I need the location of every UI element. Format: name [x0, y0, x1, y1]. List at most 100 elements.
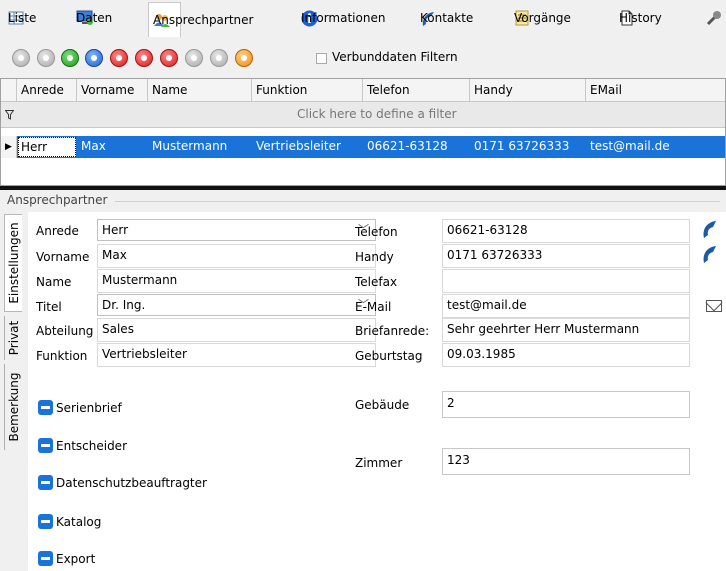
last-record-icon[interactable]: [85, 49, 103, 67]
tab-ansprechpartner[interactable]: Ansprechpartner: [148, 2, 253, 37]
serienbrief-label: Serienbrief: [56, 401, 122, 415]
column-header-email[interactable]: EMail: [586, 79, 725, 102]
anrede-value: Herr: [102, 223, 129, 237]
cell-anrede[interactable]: Herr: [18, 137, 76, 157]
anrede-label: Anrede: [36, 224, 79, 238]
geburtstag-field[interactable]: 09.03.1985: [442, 343, 690, 367]
delete-record-icon[interactable]: [135, 49, 153, 67]
tab-liste[interactable]: Liste: [8, 6, 36, 30]
tab-overflow[interactable]: [706, 6, 726, 30]
section-title: Ansprechpartner: [7, 193, 108, 207]
tab-daten[interactable]: Daten: [76, 6, 112, 30]
tab-history[interactable]: History: [619, 6, 662, 30]
side-tab-privat-label: Privat: [6, 320, 21, 356]
cell-funktion[interactable]: Vertriebsleiter: [256, 139, 341, 153]
filter-checkbox-label: Verbunddaten Filtern: [332, 50, 458, 64]
tab-kontakte[interactable]: Kontakte: [420, 6, 473, 30]
table-row[interactable]: ▶ Herr Max Mustermann Vertriebsleiter 06…: [1, 136, 725, 158]
telefax-label: Telefax: [355, 275, 398, 289]
column-header-funktion[interactable]: Funktion: [252, 79, 363, 102]
katalog-label: Katalog: [56, 515, 102, 529]
abteilung-label: Abteilung: [36, 324, 94, 338]
cell-vorname[interactable]: Max: [81, 139, 106, 153]
side-tab-privat[interactable]: Privat: [4, 316, 22, 360]
section-divider: [115, 201, 720, 202]
tab-history-label: History: [619, 11, 662, 25]
entscheider-label: Entscheider: [56, 439, 127, 453]
contacts-grid: Anrede Vorname Name Funktion Telefon Han…: [0, 78, 726, 186]
abteilung-field[interactable]: Sales: [97, 318, 376, 342]
email-field[interactable]: test@mail.de: [442, 294, 690, 318]
serienbrief-toggle-button[interactable]: [38, 400, 53, 415]
main-tabbar: Liste Daten Ansprechpartner Informatione…: [0, 0, 726, 37]
column-header-handy[interactable]: Handy: [470, 79, 586, 102]
column-header-name[interactable]: Name: [148, 79, 252, 102]
titel-select[interactable]: Dr. Ing. ﹀: [97, 294, 376, 316]
funktion-field[interactable]: Vertriebsleiter: [97, 343, 376, 367]
side-tab-einstellungen[interactable]: Einstellungen: [4, 214, 22, 312]
datenschutz-toggle-button[interactable]: [38, 475, 53, 490]
tab-liste-label: Liste: [8, 11, 37, 25]
column-header-vorname[interactable]: Vorname: [77, 79, 148, 102]
tab-ansprechpartner-label: Ansprechpartner: [153, 13, 254, 27]
post-record-icon[interactable]: [185, 49, 203, 67]
cell-name[interactable]: Mustermann: [152, 139, 227, 153]
entscheider-toggle-button[interactable]: [38, 438, 53, 453]
previous-record-icon[interactable]: [37, 49, 55, 67]
tab-vorgaenge-label: Vorgänge: [514, 11, 571, 25]
export-label: Export: [56, 552, 96, 566]
panel-splitter[interactable]: [0, 186, 726, 190]
send-email-icon[interactable]: [706, 300, 722, 312]
telefon-field[interactable]: 06621-63128: [442, 219, 690, 243]
tab-daten-label: Daten: [76, 11, 113, 25]
detail-panel: Anrede Herr ﹀ Vorname Max Name Musterman…: [28, 212, 726, 571]
tab-informationen[interactable]: Informationen: [301, 6, 385, 30]
grid-header: Anrede Vorname Name Funktion Telefon Han…: [1, 79, 725, 102]
vorname-field[interactable]: Max: [97, 244, 376, 268]
first-record-icon[interactable]: [12, 49, 30, 67]
cell-telefon[interactable]: 06621-63128: [367, 139, 448, 153]
tab-informationen-label: Informationen: [301, 11, 386, 25]
gebaeude-field[interactable]: 2: [442, 391, 690, 418]
side-tab-bemerkung-label: Bemerkung: [6, 372, 21, 442]
export-toggle-button[interactable]: [38, 551, 53, 566]
tab-kontakte-label: Kontakte: [420, 11, 474, 25]
grid-filter-row[interactable]: Click here to define a filter: [1, 102, 725, 128]
name-field[interactable]: Mustermann: [97, 269, 376, 293]
zimmer-field[interactable]: 123: [442, 448, 690, 475]
handy-label: Handy: [355, 250, 394, 264]
edit-record-icon[interactable]: [160, 49, 178, 67]
cancel-record-icon[interactable]: [210, 49, 228, 67]
row-indicator-icon: ▶: [1, 136, 17, 158]
side-tab-einstellungen-label: Einstellungen: [6, 222, 21, 304]
funktion-label: Funktion: [36, 349, 88, 363]
cell-email[interactable]: test@mail.de: [590, 139, 670, 153]
briefanrede-field[interactable]: Sehr geehrter Herr Mustermann: [442, 318, 690, 342]
vorname-label: Vorname: [36, 250, 90, 264]
gebaeude-label: Gebäude: [355, 398, 410, 412]
filter-hint: Click here to define a filter: [297, 107, 457, 121]
handy-field[interactable]: 0171 63726333: [442, 244, 690, 268]
column-header-telefon[interactable]: Telefon: [363, 79, 470, 102]
anrede-select[interactable]: Herr ﹀: [97, 219, 376, 241]
call-telefon-icon[interactable]: [701, 220, 719, 240]
funnel-icon: [4, 110, 15, 123]
email-label: E-Mail: [355, 300, 392, 314]
telefax-field[interactable]: [442, 269, 690, 293]
call-handy-icon[interactable]: [701, 245, 719, 265]
datenschutz-label: Datenschutzbeauftragter: [56, 476, 207, 490]
filter-checkbox[interactable]: [316, 53, 327, 64]
geburtstag-label: Geburtstag: [355, 349, 423, 363]
column-header-anrede[interactable]: Anrede: [17, 79, 77, 102]
refresh-icon[interactable]: [235, 49, 253, 67]
cell-handy[interactable]: 0171 63726333: [474, 139, 569, 153]
insert-record-icon[interactable]: [110, 49, 128, 67]
titel-label: Titel: [36, 300, 62, 314]
tab-vorgaenge[interactable]: Vorgänge: [514, 6, 571, 30]
side-tab-bemerkung[interactable]: Bemerkung: [4, 364, 22, 450]
name-label: Name: [36, 275, 72, 289]
record-toolbar: Verbunddaten Filtern: [0, 37, 726, 75]
telefon-label: Telefon: [355, 225, 398, 239]
next-record-icon[interactable]: [61, 49, 79, 67]
katalog-toggle-button[interactable]: [38, 514, 53, 529]
